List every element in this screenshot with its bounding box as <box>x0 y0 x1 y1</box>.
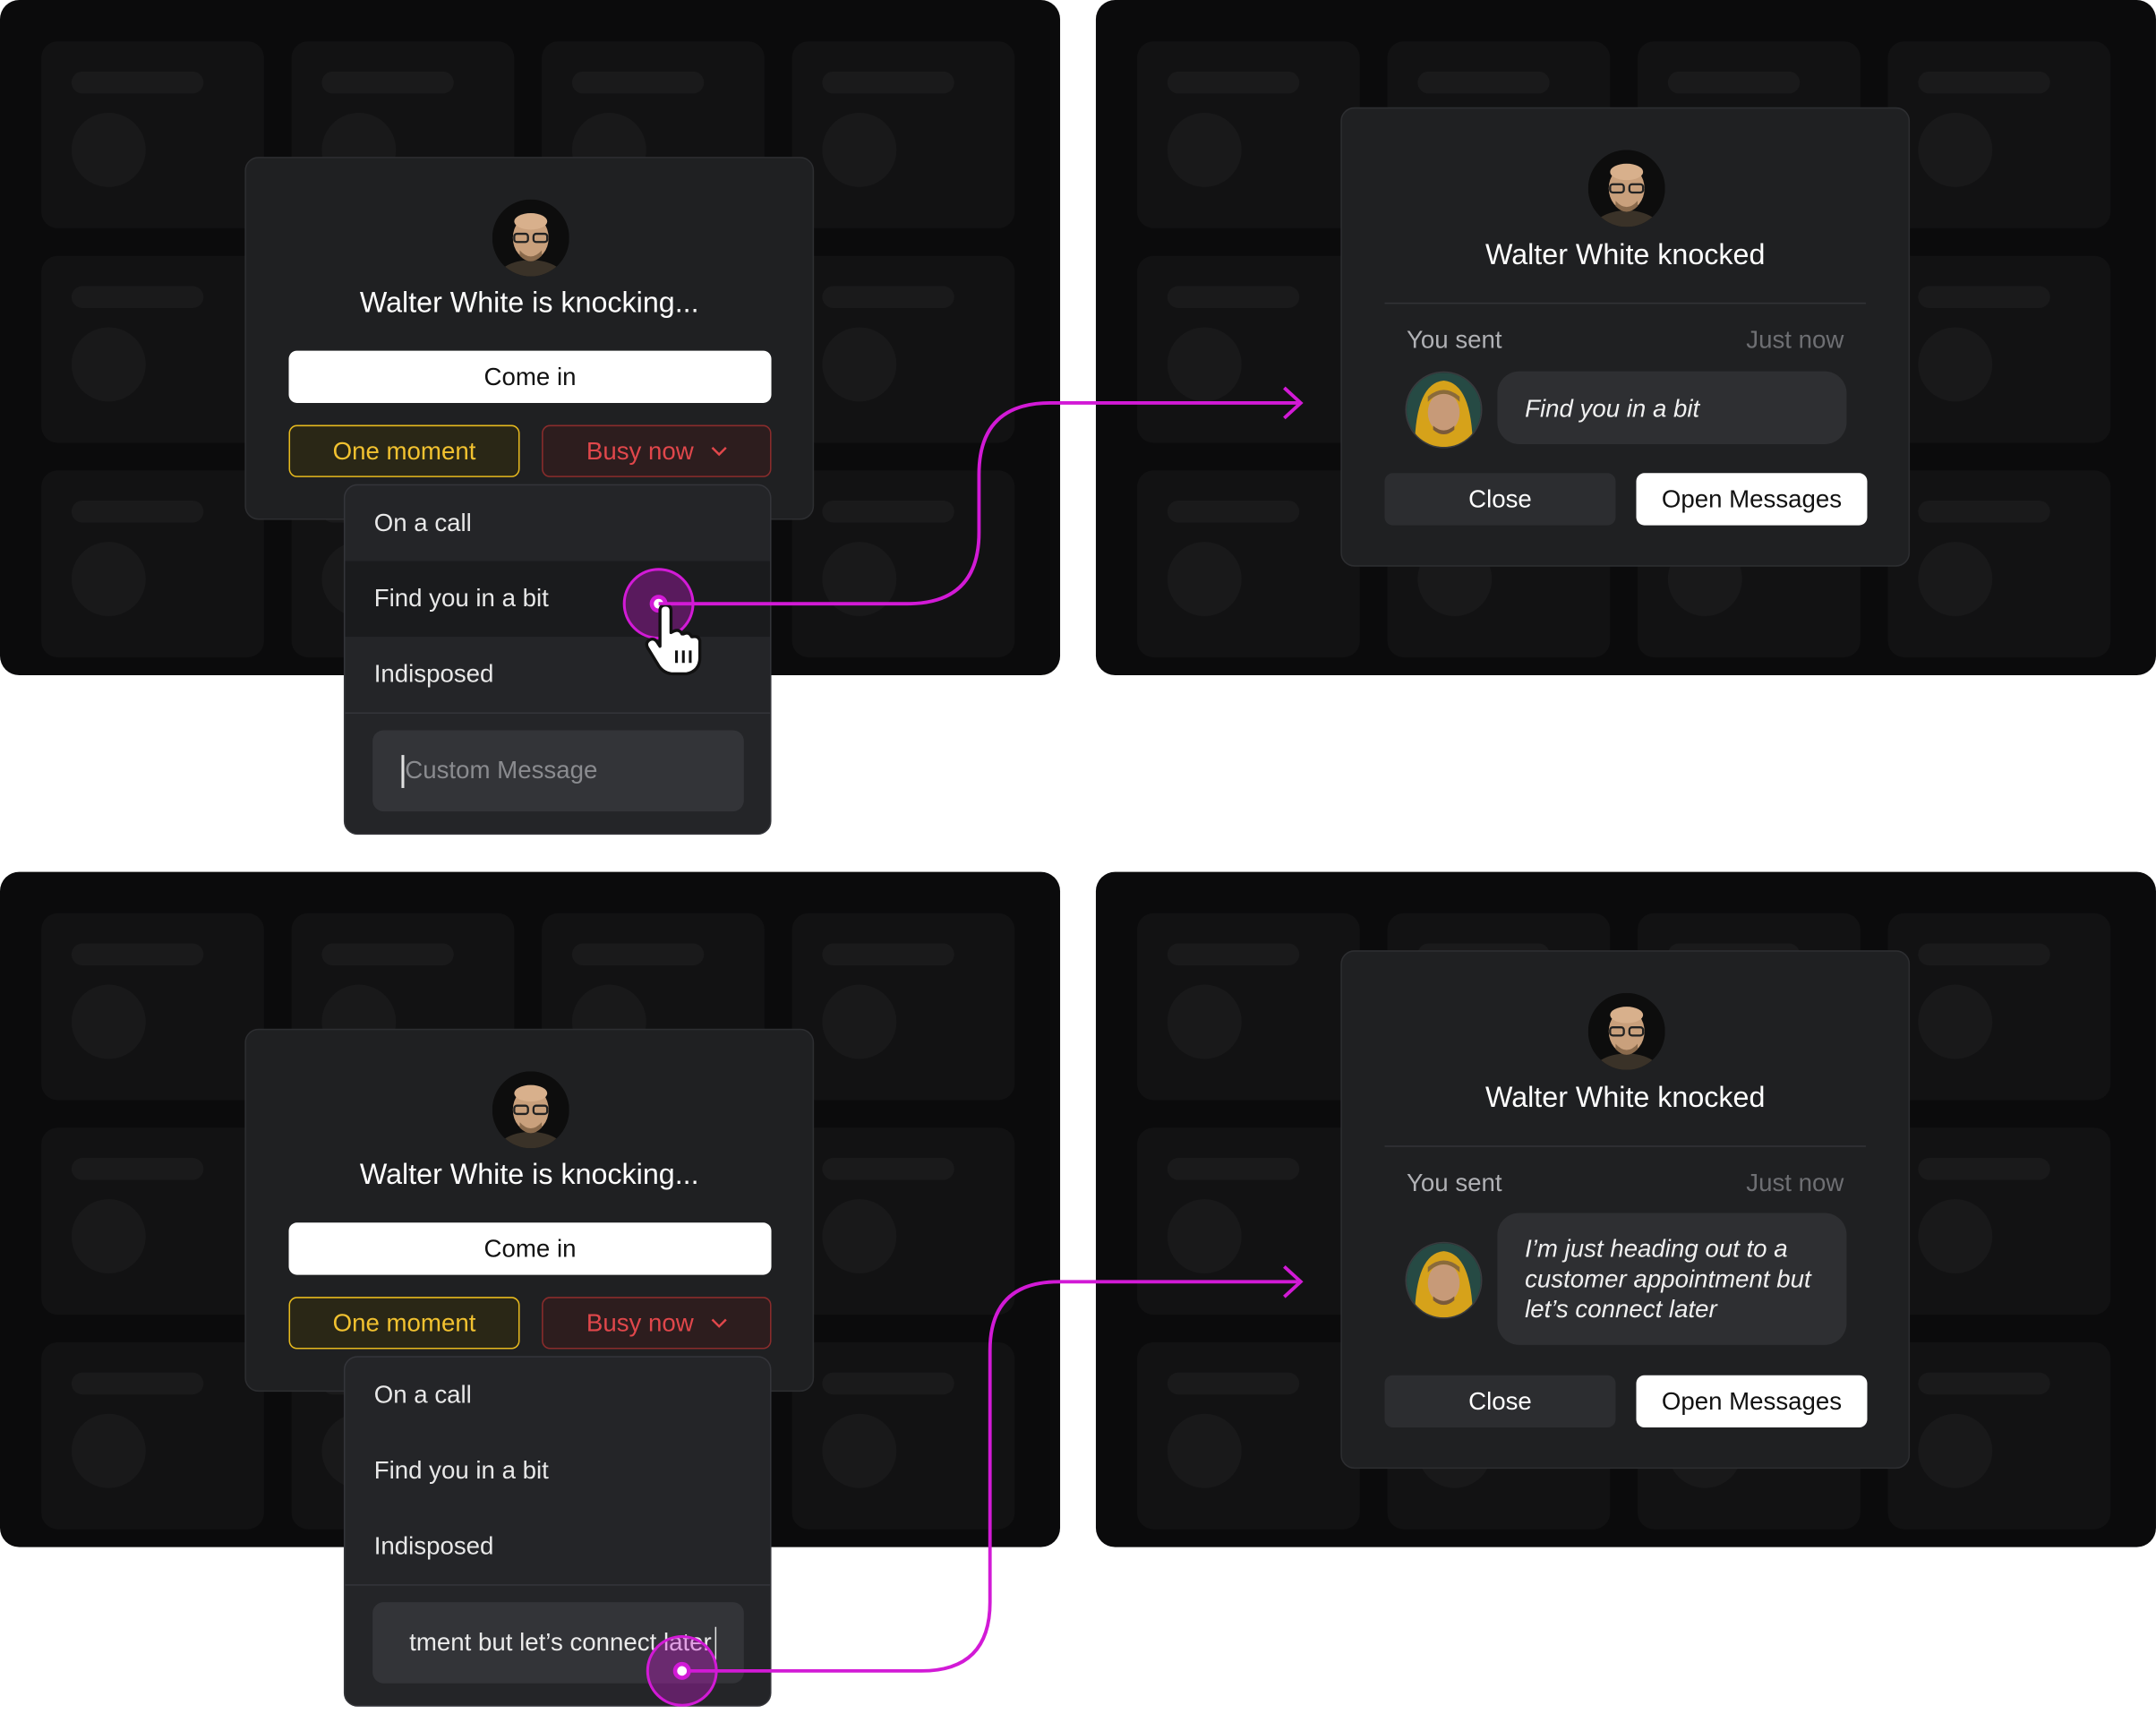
close-button[interactable]: Close <box>1384 1375 1616 1428</box>
sent-message-bubble: I’m just heading out to a customer appoi… <box>1497 1213 1847 1345</box>
walter-white-avatar-icon <box>1587 992 1665 1070</box>
custom-message-value: tment but let’s connect later <box>409 1628 712 1656</box>
knock-title: Walter White is knocking... <box>359 1159 699 1191</box>
walter-white-avatar-icon <box>492 1071 569 1149</box>
knock-dialog: Walter White is knocking... Come in One … <box>244 157 815 520</box>
ghost-tile <box>1137 255 1360 443</box>
ghost-tile <box>791 1341 1015 1530</box>
chevron-down-icon <box>710 447 726 457</box>
custom-message-input[interactable]: tment but let’s connect later <box>372 1602 744 1684</box>
busy-reason-dropdown: On a call Find you in a bit Indisposed C… <box>343 484 772 836</box>
ghost-tile <box>41 470 264 658</box>
knock-dialog: Walter White is knocking... Come in One … <box>244 1028 815 1393</box>
jesse-pinkman-avatar-icon <box>1405 371 1483 449</box>
you-sent-label: You sent <box>1407 1169 1502 1197</box>
ghost-tile <box>41 255 264 443</box>
ghost-tile <box>1137 41 1360 228</box>
ghost-tile <box>1137 1341 1360 1530</box>
open-messages-button[interactable]: Open Messages <box>1636 473 1868 526</box>
custom-message-input[interactable]: Custom Message <box>372 730 744 812</box>
ghost-tile <box>1887 470 2111 658</box>
sent-message-bubble: Find you in a bit <box>1497 371 1847 445</box>
walter-white-avatar-icon <box>1587 150 1665 227</box>
knocked-title: Walter White knocked <box>1484 239 1766 271</box>
dropdown-item-find-you-in-a-bit[interactable]: Find you in a bit <box>345 1433 770 1508</box>
ghost-tile <box>1887 1341 2111 1530</box>
chevron-down-icon <box>710 1318 726 1328</box>
knock-title: Walter White is knocking... <box>359 287 699 320</box>
sent-time: Just now <box>1746 1169 1844 1197</box>
come-in-button[interactable]: Come in <box>288 350 772 403</box>
ghost-tile <box>41 1341 264 1530</box>
close-button[interactable]: Close <box>1384 473 1616 526</box>
knocked-dialog: Walter White knocked You sent Just now I… <box>1340 950 1911 1470</box>
come-in-button[interactable]: Come in <box>288 1222 772 1275</box>
ghost-tile <box>791 1127 1015 1315</box>
open-messages-button[interactable]: Open Messages <box>1636 1375 1868 1428</box>
dropdown-divider <box>345 712 770 715</box>
ghost-tile <box>1887 1127 2111 1315</box>
custom-message-placeholder: Custom Message <box>405 756 598 784</box>
dropdown-item-indisposed[interactable]: Indisposed <box>345 1509 770 1584</box>
sent-time: Just now <box>1746 325 1844 354</box>
ghost-tile <box>1137 913 1360 1101</box>
busy-now-label: Busy now <box>586 436 694 465</box>
jesse-pinkman-avatar-icon <box>1405 1241 1483 1319</box>
one-moment-button[interactable]: One moment <box>288 424 520 477</box>
busy-now-button[interactable]: Busy now <box>542 424 772 477</box>
walter-white-avatar-icon <box>492 199 569 277</box>
dropdown-item-on-a-call[interactable]: On a call <box>345 485 770 561</box>
ghost-tile <box>41 913 264 1101</box>
text-caret <box>401 754 404 788</box>
dropdown-item-on-a-call[interactable]: On a call <box>345 1358 770 1433</box>
knocked-title: Walter White knocked <box>1484 1082 1766 1114</box>
ghost-tile <box>791 913 1015 1101</box>
knocked-dialog: Walter White knocked You sent Just now F… <box>1340 107 1911 567</box>
header-divider <box>1384 1145 1866 1147</box>
busy-now-label: Busy now <box>586 1308 694 1336</box>
you-sent-label: You sent <box>1407 325 1502 354</box>
ghost-tile <box>1137 470 1360 658</box>
header-divider <box>1384 302 1866 304</box>
busy-reason-dropdown: On a call Find you in a bit Indisposed t… <box>343 1356 772 1707</box>
ghost-tile <box>1887 255 2111 443</box>
busy-now-button[interactable]: Busy now <box>542 1297 772 1350</box>
ghost-tile <box>1137 1127 1360 1315</box>
ghost-tile <box>791 41 1015 228</box>
ghost-tile <box>41 41 264 228</box>
ghost-tile <box>1887 913 2111 1101</box>
ghost-tile <box>791 255 1015 443</box>
ghost-tile <box>41 1127 264 1315</box>
dropdown-divider <box>345 1584 770 1586</box>
ghost-tile <box>791 470 1015 658</box>
ghost-tile <box>1887 41 2111 228</box>
flow-scene: Walter White is knocking... Come in One … <box>0 0 2156 1707</box>
one-moment-button[interactable]: One moment <box>288 1297 520 1350</box>
hand-pointer-cursor-icon <box>645 604 702 676</box>
text-caret <box>714 1625 717 1659</box>
